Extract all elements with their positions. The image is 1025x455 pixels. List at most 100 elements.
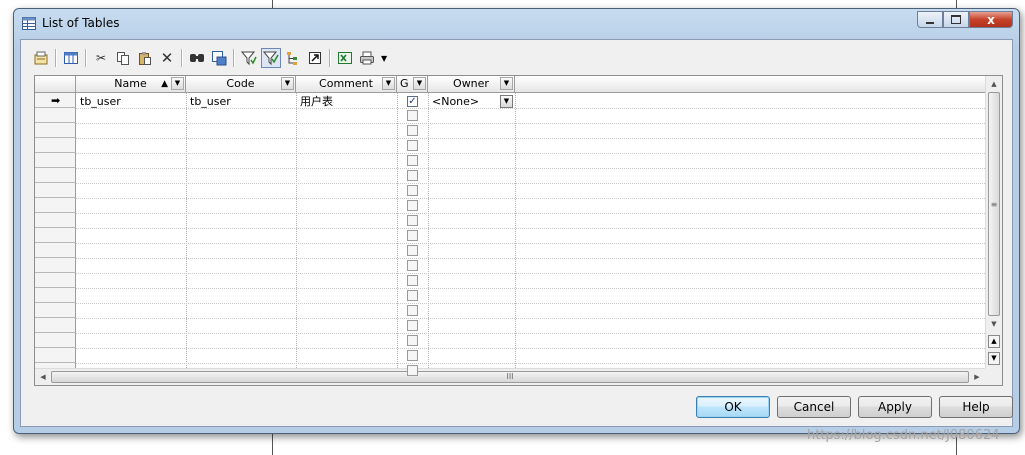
close-button[interactable]: x bbox=[969, 11, 1013, 28]
cell-code[interactable]: tb_user bbox=[187, 94, 296, 109]
minimize-button[interactable] bbox=[917, 11, 943, 28]
delete-icon: ✕ bbox=[160, 49, 174, 67]
filter-icon bbox=[241, 51, 257, 66]
row-selector[interactable] bbox=[35, 228, 76, 243]
row-selector[interactable] bbox=[35, 168, 76, 183]
scroll-up-icon[interactable]: ▲ bbox=[987, 77, 1001, 91]
find-button[interactable] bbox=[187, 48, 207, 68]
cell-owner[interactable]: <None> bbox=[429, 94, 499, 109]
column-filter-dropdown[interactable]: ▼ bbox=[500, 77, 513, 90]
column-header-name[interactable]: Name ▲ ▼ bbox=[76, 76, 186, 93]
list-of-tables-window: List of Tables x ✂ ✕ ▼ Name ▲ ▼ Code ▼ C… bbox=[13, 8, 1020, 434]
cut-button[interactable]: ✂ bbox=[91, 48, 111, 68]
column-header-generate[interactable]: G ▼ bbox=[397, 76, 428, 93]
row-selector[interactable] bbox=[35, 273, 76, 288]
generate-checkbox[interactable] bbox=[407, 245, 418, 256]
go-to-object-button[interactable] bbox=[305, 48, 325, 68]
sort-hierarchy-button[interactable] bbox=[283, 48, 303, 68]
row-selector[interactable] bbox=[35, 288, 76, 303]
row-selector[interactable] bbox=[35, 183, 76, 198]
row-divider bbox=[76, 213, 985, 214]
cell-comment[interactable]: 用户表 bbox=[297, 94, 397, 109]
row-selector[interactable] bbox=[35, 123, 76, 138]
row-selector[interactable] bbox=[35, 108, 76, 123]
row-selector[interactable] bbox=[35, 138, 76, 153]
generate-checkbox[interactable] bbox=[407, 350, 418, 361]
page-down-icon[interactable]: ▼ bbox=[988, 352, 1000, 365]
generate-checkbox[interactable] bbox=[407, 290, 418, 301]
print-button[interactable] bbox=[357, 48, 377, 68]
more-dropdown-icon[interactable]: ▼ bbox=[381, 54, 387, 63]
vertical-scroll-thumb[interactable]: ≡ bbox=[988, 92, 1000, 316]
row-selector[interactable] bbox=[35, 333, 76, 348]
generate-checkbox[interactable] bbox=[407, 365, 418, 376]
properties-button[interactable] bbox=[31, 48, 51, 68]
export-excel-button[interactable] bbox=[335, 48, 355, 68]
scroll-left-icon[interactable]: ◀ bbox=[36, 369, 50, 385]
customize-columns-button[interactable] bbox=[61, 48, 81, 68]
help-button[interactable]: Help bbox=[939, 396, 1013, 418]
row-divider bbox=[76, 273, 985, 274]
print-icon bbox=[360, 51, 374, 65]
generate-checkbox[interactable] bbox=[407, 140, 418, 151]
maximize-button[interactable] bbox=[943, 11, 969, 28]
generate-checkbox[interactable] bbox=[407, 335, 418, 346]
row-selector[interactable] bbox=[35, 198, 76, 213]
row-divider bbox=[76, 153, 985, 154]
cell-name[interactable]: tb_user bbox=[77, 94, 186, 109]
row-selector[interactable] bbox=[35, 153, 76, 168]
generate-checkbox[interactable] bbox=[407, 275, 418, 286]
column-filter-dropdown[interactable]: ▼ bbox=[171, 77, 184, 90]
generate-checkbox[interactable] bbox=[407, 260, 418, 271]
cancel-button[interactable]: Cancel bbox=[777, 396, 851, 418]
generate-checkbox[interactable] bbox=[407, 230, 418, 241]
row-selector[interactable] bbox=[35, 243, 76, 258]
column-header-owner[interactable]: Owner ▼ bbox=[428, 76, 515, 93]
paste-button[interactable] bbox=[135, 48, 155, 68]
row-selector[interactable] bbox=[35, 303, 76, 318]
column-header-filler bbox=[515, 76, 987, 93]
window-title: List of Tables bbox=[42, 16, 120, 30]
column-divider bbox=[186, 93, 187, 368]
scroll-down-icon[interactable]: ▼ bbox=[987, 317, 1001, 331]
generate-checkbox[interactable] bbox=[407, 170, 418, 181]
minimize-icon bbox=[926, 21, 934, 24]
toolbar-separator bbox=[181, 49, 183, 67]
owner-dropdown-button[interactable]: ▼ bbox=[500, 95, 513, 108]
column-filter-dropdown[interactable]: ▼ bbox=[413, 77, 426, 90]
row-selector[interactable] bbox=[35, 318, 76, 333]
column-header-comment[interactable]: Comment ▼ bbox=[296, 76, 397, 93]
ok-button[interactable]: OK bbox=[696, 396, 770, 418]
filter-button[interactable] bbox=[239, 48, 259, 68]
row-selector[interactable] bbox=[35, 348, 76, 363]
generate-checkbox[interactable] bbox=[407, 200, 418, 211]
delete-button[interactable]: ✕ bbox=[157, 48, 177, 68]
apply-button[interactable]: Apply bbox=[858, 396, 932, 418]
row-selector[interactable] bbox=[35, 213, 76, 228]
page-up-icon[interactable]: ▲ bbox=[988, 335, 1000, 348]
scroll-right-icon[interactable]: ▶ bbox=[970, 369, 984, 385]
generate-checkbox[interactable]: ✓ bbox=[407, 96, 418, 107]
horizontal-scroll-thumb[interactable]: III bbox=[51, 371, 969, 383]
find-replace-button[interactable] bbox=[209, 48, 229, 68]
column-filter-dropdown[interactable]: ▼ bbox=[382, 77, 395, 90]
generate-checkbox[interactable] bbox=[407, 215, 418, 226]
vertical-scrollbar[interactable]: ▲ ≡ ▼ ▲ ▼ bbox=[985, 76, 1002, 369]
copy-button[interactable] bbox=[113, 48, 133, 68]
enable-filter-button[interactable] bbox=[261, 48, 281, 68]
column-header-code[interactable]: Code ▼ bbox=[186, 76, 296, 93]
background-line-right bbox=[956, 0, 957, 8]
copy-icon bbox=[117, 52, 129, 65]
tables-grid: Name ▲ ▼ Code ▼ Comment ▼ G ▼ Owner ▼ ➡ … bbox=[34, 75, 1003, 386]
generate-checkbox[interactable] bbox=[407, 110, 418, 121]
generate-checkbox[interactable] bbox=[407, 185, 418, 196]
column-filter-dropdown[interactable]: ▼ bbox=[281, 77, 294, 90]
generate-checkbox[interactable] bbox=[407, 320, 418, 331]
generate-checkbox[interactable] bbox=[407, 125, 418, 136]
horizontal-scrollbar[interactable]: ◀ III ▶ bbox=[35, 368, 985, 385]
generate-checkbox[interactable] bbox=[407, 305, 418, 316]
customize-columns-icon bbox=[64, 52, 78, 64]
generate-checkbox[interactable] bbox=[407, 155, 418, 166]
row-selector[interactable] bbox=[35, 258, 76, 273]
title-bar[interactable]: List of Tables x bbox=[14, 9, 1019, 39]
